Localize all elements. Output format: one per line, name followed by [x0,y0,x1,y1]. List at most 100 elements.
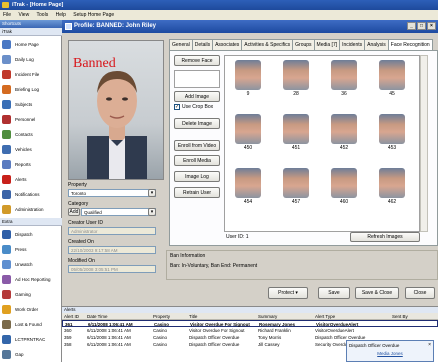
save-close-button[interactable]: Save & Close [355,287,399,299]
tab-analysis[interactable]: Analysis [364,39,389,50]
sidebar-item-label: Home Page [15,41,39,47]
close-button[interactable]: Close [405,287,435,299]
tab-general[interactable]: General [169,39,193,50]
sidebar-item-press[interactable]: Press [2,243,60,255]
sidebar-item-gaming[interactable]: Gaming [2,288,60,300]
face-thumbnail[interactable]: 454 [233,168,263,205]
sidebar-item-dispatch[interactable]: Dispatch [2,228,60,240]
sidebar-item-work-order[interactable]: Work Order [2,303,60,315]
dispatch-icon [2,229,11,239]
property-dropdown-button[interactable]: ▾ [148,189,156,197]
sidebar-section-itrak[interactable]: iTrak [0,28,62,36]
col-date-time[interactable]: Date Time [87,313,153,319]
sidebar-item-vehicles[interactable]: Vehicles [2,143,60,155]
minimize-button[interactable]: _ [407,22,416,30]
face-thumbnail-image [379,60,405,90]
face-thumbnail[interactable]: 460 [329,168,359,205]
close-window-button[interactable]: × [427,22,436,30]
alert-row[interactable]: 361 6/11/2008 1:06:41 AM Casino Visitor Ove… [62,320,438,327]
alert-cell-dt: 6/11/2008 1:06:41 AM [87,328,131,333]
face-thumbnail-number: 454 [243,199,253,205]
sidebar-item-label: LCTPRNTRAC [15,336,46,342]
alert-popup[interactable]: Dispatch Officer Overdue Media Jones × [346,340,434,362]
save-button[interactable]: Save [318,287,350,299]
sidebar-item-unwatch[interactable]: Unwatch [2,258,60,270]
tab-media[interactable]: Media [7] [313,39,341,50]
property-select[interactable]: Toronto [68,189,156,197]
sidebar-item-alerts[interactable]: Alerts [2,173,60,185]
menu-setup-home-page[interactable]: Setup Home Page [73,12,114,18]
col-summary[interactable]: Summary [258,313,315,319]
category-select[interactable]: Qualified [81,208,156,216]
sidebar-item-lctprntrac[interactable]: LCTPRNTRAC [2,333,60,345]
sidebar-item-notifications[interactable]: Notifications [2,188,60,200]
face-thumbnail[interactable]: 28 [281,60,311,97]
sidebar-item-incident-file[interactable]: Incident File [2,68,60,80]
face-thumbnail[interactable]: 457 [281,168,311,205]
enroll-from-video-button[interactable]: Enroll from Video [174,140,220,151]
tab-details[interactable]: Details [191,39,214,50]
add-image-button[interactable]: Add Image [174,91,220,102]
sidebar-item-label: Unwatch [15,261,33,267]
ban-information-label: Ban Information [170,253,206,259]
menu-tools[interactable]: Tools [37,12,49,18]
tab-groups[interactable]: Groups [292,39,315,50]
sidebar-item-gap[interactable]: Gap [2,348,60,360]
alert-cell-id: 361 [65,322,73,327]
alert-popup-link[interactable]: Media Jones [347,350,433,357]
use-crop-box-option[interactable]: ✓ Use Crop Box [174,104,213,110]
sidebar-item-administration[interactable]: Administration [2,203,60,215]
banned-overlay-text: Banned [73,56,116,71]
col-title[interactable]: Title [189,313,258,319]
sidebar-item-personnel[interactable]: Personnel [2,113,60,125]
sidebar-item-ad-hoc-reporting[interactable]: Ad Hoc Reporting [2,273,60,285]
thumbnail-scrollbar[interactable] [420,55,428,232]
face-thumbnail[interactable]: 453 [377,114,407,151]
face-thumbnail-image [379,168,405,198]
delete-image-button[interactable]: Delete Image [174,118,220,129]
face-thumbnail[interactable]: 9 [233,60,263,97]
maximize-button[interactable]: □ [417,22,426,30]
sidebar-item-home-page[interactable]: Home Page [2,38,60,50]
add-category-button[interactable]: Add [68,208,80,216]
tab-activities[interactable]: Activities & Specifics [241,39,294,50]
menu-help[interactable]: Help [56,12,66,18]
sidebar-item-subjects[interactable]: Subjects [2,98,60,110]
sidebar-section-extra[interactable]: Extra [0,218,62,226]
category-dropdown-button[interactable]: ▾ [148,208,156,216]
col-sent-by[interactable]: Sent By [392,313,432,319]
face-thumbnail-image [283,114,309,144]
col-alert-type[interactable]: Alert Type [315,313,392,319]
sidebar-item-reports[interactable]: Reports [2,158,60,170]
tab-associates[interactable]: Associates [212,39,243,50]
remove-face-button[interactable]: Remove Face [174,55,220,66]
alert-cell-type: VisitorOverdueAlert [316,322,359,327]
refresh-images-button[interactable]: Refresh Images [350,232,420,242]
retrain-user-button[interactable]: Retrain User [174,187,220,198]
protect-button[interactable]: Protect ▾ [268,287,308,299]
menu-view[interactable]: View [18,12,29,18]
use-crop-box-checkbox[interactable]: ✓ [174,104,180,110]
use-crop-box-label: Use Crop Box [182,104,214,110]
face-thumbnail[interactable]: 462 [377,168,407,205]
menu-file[interactable]: File [3,12,11,18]
ban-information-box: Ban Information Ban: In-Voluntary, Ban E… [166,250,438,280]
enroll-media-button[interactable]: Enroll Media [174,155,220,166]
alert-cell-sent [393,321,433,326]
close-icon[interactable]: × [428,342,431,348]
col-alert-id[interactable]: Alert ID [62,313,87,319]
incident-file-icon [2,69,11,79]
face-thumbnail[interactable]: 452 [329,114,359,151]
sidebar-item-daily-log[interactable]: Daily Log [2,53,60,65]
alert-row[interactable]: 360 6/11/2008 1:06:41 AM Casino Visitor Ove… [62,327,438,334]
tab-incidents[interactable]: Incidents [339,39,366,50]
face-thumbnail[interactable]: 45 [377,60,407,97]
sidebar-item-lost-found[interactable]: Lost & Found [2,318,60,330]
sidebar-item-briefing-log[interactable]: Briefing Log [2,83,60,95]
face-thumbnail[interactable]: 450 [233,114,263,151]
image-log-button[interactable]: Image Log [174,171,220,182]
sidebar-item-contacts[interactable]: Contacts [2,128,60,140]
face-thumbnail[interactable]: 451 [281,114,311,151]
col-property[interactable]: Property [153,313,189,319]
face-thumbnail[interactable]: 36 [329,60,359,97]
